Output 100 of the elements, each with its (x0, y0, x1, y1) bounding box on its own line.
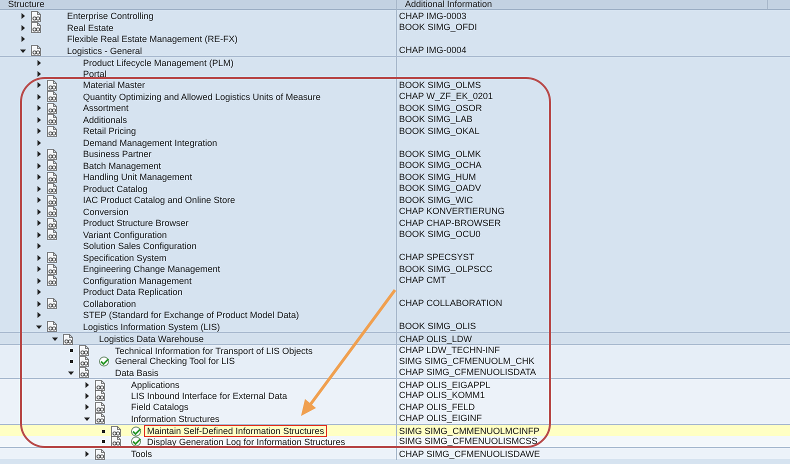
additional-info: CHAP LDW_TECHN-INF (398, 345, 500, 356)
tree-row[interactable]: Tools CHAP SIMG_CFMENUOLISDAWE (0, 447, 790, 458)
expand-triangle-icon[interactable] (36, 128, 42, 134)
tree-row[interactable]: General Checking Tool for LIS SIMG SIMG_CFMENUOLM_CHK (0, 355, 790, 366)
selected-tree-row[interactable]: Maintain Self-Defined Information Structures SIMG SIMG_CMMENUOLMCINFP (0, 424, 790, 436)
additional-info: CHAP CMT (398, 275, 446, 286)
tree-row[interactable]: Logistics Data Warehouse CHAP OLIS_LDW (0, 332, 790, 344)
node-label: Business Partner (82, 148, 153, 160)
expand-triangle-icon[interactable] (36, 197, 42, 203)
expand-triangle-icon[interactable] (84, 451, 90, 457)
additional-info: CHAP SIMG_CFMENUOLISDAWE (398, 448, 540, 460)
additional-info: BOOK SIMG_OADV (398, 183, 482, 194)
expand-triangle-icon[interactable] (20, 13, 26, 19)
expand-triangle-icon[interactable] (36, 82, 42, 88)
expand-triangle-icon[interactable] (84, 404, 90, 410)
expand-triangle-icon[interactable] (36, 312, 42, 318)
additional-info: BOOK SIMG_OLMK (398, 148, 482, 160)
expand-triangle-icon[interactable] (36, 105, 42, 111)
additional-info: CHAP KONVERTIERUNG (398, 206, 505, 217)
expand-triangle-icon[interactable] (36, 266, 42, 272)
expand-triangle-icon[interactable] (36, 174, 42, 180)
expand-triangle-icon[interactable] (36, 243, 42, 249)
node-label: Product Data Replication (82, 286, 184, 298)
leaf-bullet-icon (102, 430, 104, 432)
node-label: Assortment (82, 102, 130, 114)
additional-info: SIMG SIMG_CFMENUOLM_CHK (398, 356, 535, 366)
node-label: Collaboration (82, 298, 138, 310)
tree-row[interactable]: LIS Inbound Interface for External Data CHAP OLIS_KOMM1 (0, 390, 790, 401)
clock-check-icon[interactable] (130, 436, 142, 447)
expand-triangle-icon[interactable] (36, 278, 42, 284)
expand-triangle-icon[interactable] (20, 24, 26, 30)
node-label: Configuration Management (82, 274, 193, 286)
expand-triangle-icon[interactable] (36, 289, 42, 295)
tree-row[interactable]: Product Lifecycle Management (PLM) (0, 56, 790, 68)
expand-triangle-icon[interactable] (52, 336, 58, 342)
expand-triangle-icon[interactable] (20, 36, 26, 42)
additional-info: BOOK SIMG_OCU0 (398, 229, 481, 240)
node-label: Quantity Optimizing and Allowed Logistics Units of Measure (82, 90, 322, 102)
expand-triangle-icon[interactable] (68, 370, 74, 376)
expand-triangle-icon[interactable] (36, 186, 42, 192)
expand-triangle-icon[interactable] (84, 416, 90, 422)
additional-info: BOOK SIMG_OLPSCC (398, 264, 493, 274)
tree-row[interactable]: Field Catalogs CHAP OLIS_FELD (0, 401, 790, 412)
expand-triangle-icon[interactable] (84, 392, 90, 398)
node-label: General Checking Tool for LIS (114, 356, 236, 367)
node-label: Engineering Change Management (82, 263, 222, 275)
expand-triangle-icon[interactable] (36, 254, 42, 260)
tree-row[interactable]: Technical Information for Transport of LIS Objects CHAP LDW_TECHN-INF (0, 344, 790, 355)
node-label: Product Lifecycle Management (PLM) (82, 57, 235, 69)
clock-check-icon[interactable] (130, 426, 142, 436)
additional-info: BOOK SIMG_OCHA (398, 160, 482, 171)
node-label: Information Structures (130, 412, 221, 424)
additional-info: CHAP OLIS_EIGINF (398, 413, 482, 424)
additional-info: BOOK SIMG_OLIS (398, 321, 476, 332)
node-label: Maintain Self-Defined Information Structures (144, 425, 328, 437)
node-label: Batch Management (82, 160, 162, 172)
additional-info: BOOK SIMG_OKAL (398, 126, 480, 136)
expand-triangle-icon[interactable] (36, 116, 42, 122)
tree-row[interactable]: Information Structures CHAP OLIS_EIGINF (0, 412, 790, 424)
additional-info: BOOK SIMG_WIC (398, 194, 474, 206)
expand-triangle-icon[interactable] (36, 232, 42, 238)
node-label: Specification System (82, 252, 168, 264)
expand-triangle-icon[interactable] (36, 162, 42, 168)
leaf-bullet-icon (102, 440, 104, 443)
node-label: IAC Product Catalog and Online Store (82, 194, 236, 206)
node-label: Retail Pricing (82, 125, 138, 137)
tree-row[interactable]: Data Basis CHAP SIMG_CFMENUOLISDATA (0, 366, 790, 378)
additional-info: CHAP SPECSYST (398, 252, 474, 263)
additional-info: BOOK SIMG_OLMS (398, 80, 482, 90)
node-label: Tools (130, 448, 154, 460)
node-label: Demand Management Integration (82, 136, 218, 148)
column-header[interactable]: Additional Information (397, 0, 768, 9)
column-header[interactable]: Structure (0, 0, 397, 9)
expand-triangle-icon[interactable] (36, 151, 42, 157)
expand-triangle-icon[interactable] (36, 60, 42, 66)
node-label: Logistics Information System (LIS) (82, 320, 222, 332)
additional-info: BOOK SIMG_OSOR (398, 102, 482, 114)
expand-triangle-icon[interactable] (36, 94, 42, 100)
expand-triangle-icon[interactable] (84, 382, 90, 388)
expand-triangle-icon[interactable] (36, 324, 42, 330)
node-label: STEP (Standard for Exchange of Product Model Data) (82, 309, 300, 321)
expand-triangle-icon[interactable] (20, 48, 26, 54)
expand-triangle-icon[interactable] (36, 300, 42, 306)
node-label: Handling Unit Management (82, 171, 194, 183)
additional-info: CHAP OLIS_EIGAPPL (398, 380, 490, 390)
expand-triangle-icon[interactable] (36, 70, 42, 76)
node-label: Logistics Data Warehouse (98, 333, 205, 345)
expand-triangle-icon[interactable] (36, 208, 42, 214)
clock-check-icon[interactable] (98, 356, 110, 366)
leaf-bullet-icon (70, 360, 72, 362)
expand-triangle-icon[interactable] (36, 140, 42, 146)
additional-info: BOOK SIMG_LAB (398, 114, 473, 125)
node-label: Field Catalogs (130, 401, 190, 413)
tree-row[interactable]: Applications CHAP OLIS_EIGAPPL (0, 378, 790, 390)
additional-info: CHAP COLLABORATION (398, 298, 502, 309)
node-label: Product Catalog (82, 182, 149, 194)
additional-info: BOOK SIMG_HUM (398, 172, 476, 182)
additional-info: CHAP SIMG_CFMENUOLISDATA (398, 367, 536, 378)
node-label: Flexible Real Estate Management (RE-FX) (66, 33, 239, 45)
expand-triangle-icon[interactable] (36, 220, 42, 226)
